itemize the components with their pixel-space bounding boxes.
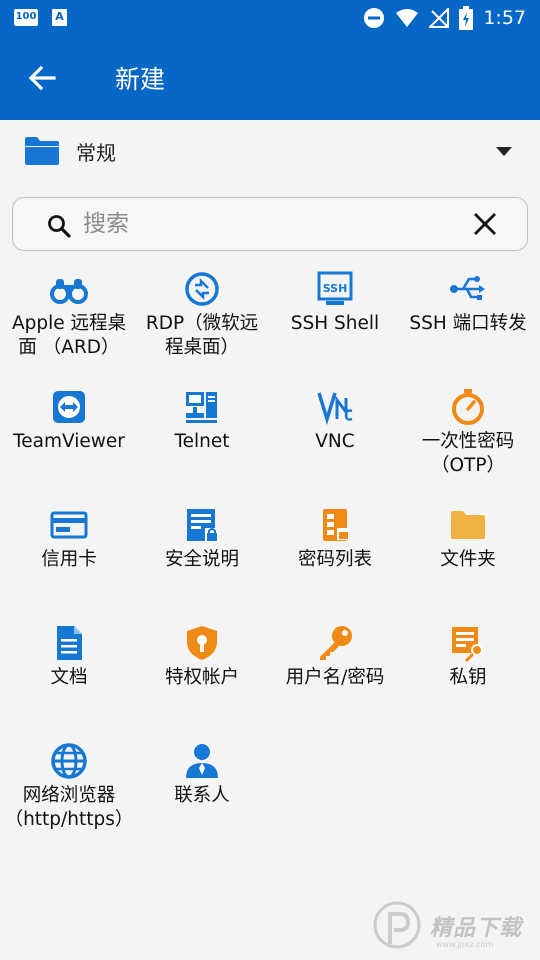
entry-label: SSH 端口转发 [409, 313, 527, 334]
page-title: 新建 [115, 65, 166, 94]
entry-vnc[interactable]: VNC [268, 388, 402, 454]
entry-label: 用户名/密码 [285, 667, 385, 688]
ssh-icon: SSH [317, 271, 353, 305]
entry-label: TeamViewer [13, 431, 125, 452]
do-not-disturb-icon [364, 8, 385, 28]
wifi-icon [396, 9, 419, 27]
entry-password-list[interactable]: 密码列表 [268, 506, 402, 572]
password-list-icon [323, 509, 349, 541]
entry-label: 网络浏览器（http/https） [4, 785, 134, 830]
entry-contact[interactable]: 联系人 [135, 742, 269, 808]
entry-otp[interactable]: 一次性密码（OTP） [401, 388, 535, 478]
app-bar: 新建 [0, 36, 540, 120]
search-icon [48, 215, 71, 238]
close-icon[interactable] [473, 212, 497, 236]
entry-folder[interactable]: 文件夹 [401, 506, 535, 572]
search-input[interactable] [83, 208, 443, 240]
entry-label: 特权帐户 [164, 667, 239, 688]
entry-label: 信用卡 [41, 549, 97, 570]
entry-web-browser[interactable]: 网络浏览器（http/https） [2, 742, 136, 832]
usb-fork-icon [450, 276, 485, 300]
status-bar: 100 A 1:57 [0, 0, 540, 36]
entry-rdp[interactable]: RDP（微软远程桌面） [135, 270, 269, 360]
private-key-icon [452, 627, 483, 662]
search-bar [12, 197, 528, 251]
entry-label: 安全说明 [164, 549, 239, 570]
entry-apple-ard[interactable]: Apple 远程桌面 （ARD） [2, 270, 136, 360]
binoculars-icon [50, 279, 88, 304]
dropdown-caret-icon[interactable] [496, 147, 512, 156]
entry-telnet[interactable]: Telnet [135, 388, 269, 454]
teamviewer-icon [53, 391, 85, 423]
entry-label: 联系人 [174, 785, 230, 806]
document-icon [57, 626, 82, 660]
entry-label: VNC [315, 431, 355, 452]
shield-lock-icon [187, 626, 217, 660]
entry-private-key[interactable]: 私钥 [401, 624, 535, 690]
entry-label: SSH Shell [290, 313, 380, 334]
vnc-icon [317, 392, 353, 425]
entry-secure-note[interactable]: 安全说明 [135, 506, 269, 572]
stopwatch-icon [452, 389, 484, 425]
entry-label: Apple 远程桌面 （ARD） [11, 313, 127, 358]
folder-icon [451, 511, 485, 539]
entry-label: 私钥 [449, 667, 487, 688]
entry-label: 一次性密码（OTP） [421, 431, 515, 476]
watermark-url: www.jpxz.com [436, 940, 494, 949]
remote-desktop-icon [185, 272, 219, 306]
watermark-text: 精品下载 [430, 916, 523, 941]
key-icon [320, 626, 352, 660]
battery-charging-icon [459, 6, 474, 30]
entry-username-password[interactable]: 用户名/密码 [268, 624, 402, 690]
globe-icon [51, 743, 87, 779]
folder-selector[interactable]: 常规 [0, 120, 540, 182]
svg-text:SSH: SSH [323, 282, 348, 295]
folder-icon [25, 137, 59, 165]
entry-label: Telnet [174, 431, 230, 452]
secure-note-icon [187, 509, 218, 541]
arrow-left-icon[interactable] [26, 62, 58, 94]
watermark-logo: 精品下载 www.jpxz.com [372, 900, 540, 960]
battery-saver-badge: 100 [14, 9, 38, 26]
telnet-icon [186, 392, 217, 423]
entry-label: 文件夹 [440, 549, 496, 570]
entry-privileged-account[interactable]: 特权帐户 [135, 624, 269, 690]
credit-card-icon [50, 511, 88, 539]
contact-person-icon [186, 744, 218, 778]
entry-ssh-port-forward[interactable]: SSH 端口转发 [401, 270, 535, 336]
entry-credit-card[interactable]: 信用卡 [2, 506, 136, 572]
entry-ssh-shell[interactable]: SSH SSH Shell [268, 270, 402, 336]
folder-label: 常规 [76, 141, 116, 165]
watermark-p-icon [373, 901, 421, 949]
signal-off-icon [429, 8, 450, 28]
entry-label: 文档 [50, 667, 88, 688]
entry-label: 密码列表 [297, 549, 372, 570]
clock: 1:57 [483, 7, 526, 29]
entry-document[interactable]: 文档 [2, 624, 136, 690]
entry-teamviewer[interactable]: TeamViewer [2, 388, 136, 454]
app-notification-badge: A [52, 9, 67, 26]
entry-label: RDP（微软远程桌面） [145, 313, 259, 358]
